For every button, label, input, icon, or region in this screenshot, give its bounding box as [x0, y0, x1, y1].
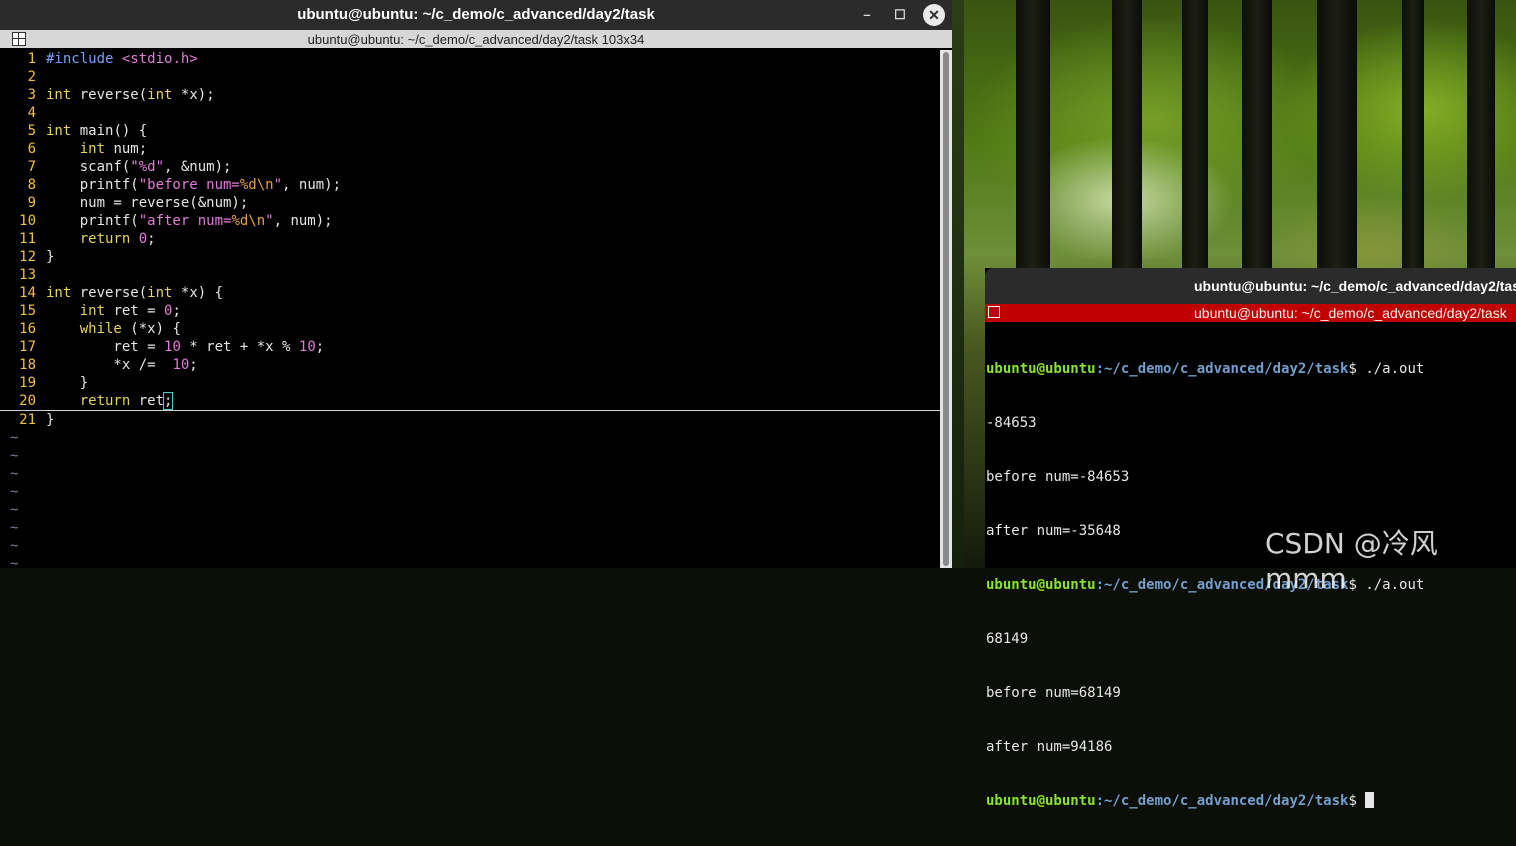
empty-line-marker: ~	[10, 430, 19, 446]
code-line: 12}	[19, 249, 55, 265]
prompt-line: ubuntu@ubuntu:~/c_demo/c_advanced/day2/t…	[986, 792, 1516, 810]
code-line: 1 #include <stdio.h>	[27, 51, 198, 67]
vertical-scrollbar[interactable]	[940, 50, 952, 568]
tab-menu-icon[interactable]	[988, 306, 1000, 318]
empty-line-marker: ~	[10, 502, 19, 518]
prompt-line: ubuntu@ubuntu:~/c_demo/c_advanced/day2/t…	[986, 361, 1425, 377]
empty-line-marker: ~	[10, 556, 19, 568]
code-line: 17 ret = 10 * ret + *x % 10;	[19, 339, 325, 355]
code-line: 9 num = reverse(&num);	[27, 195, 249, 211]
output-terminal-tab-bar[interactable]: ubuntu@ubuntu: ~/c_demo/c_advanced/day2/…	[985, 304, 1516, 322]
window-titlebar[interactable]: ubuntu@ubuntu: ~/c_demo/c_advanced/day2/…	[0, 0, 952, 30]
wallpaper-edge	[952, 0, 964, 568]
scrollbar-thumb[interactable]	[943, 52, 949, 566]
maximize-button[interactable]: ☐	[889, 4, 911, 26]
terminal-tab-title: ubuntu@ubuntu: ~/c_demo/c_advanced/day2/…	[307, 32, 645, 47]
code-line: 3 int reverse(int *x);	[27, 87, 215, 103]
code-line: 8 printf("before num=%d\n", num);	[27, 177, 342, 193]
output-line: before num=68149	[986, 685, 1121, 701]
output-line: -84653	[986, 415, 1037, 431]
empty-line-marker: ~	[10, 466, 19, 482]
code-line: 2	[27, 69, 36, 85]
code-line-current: 20 return ret;	[0, 392, 940, 411]
vim-terminal-window: ubuntu@ubuntu: ~/c_demo/c_advanced/day2/…	[0, 0, 952, 568]
text-cursor: ;	[162, 392, 174, 410]
watermark: CSDN @冷风mmm	[1265, 527, 1438, 595]
empty-line-marker: ~	[10, 520, 19, 536]
code-line: 10 printf("after num=%d\n", num);	[19, 213, 333, 229]
terminal-cursor	[1365, 792, 1375, 808]
code-line: 19 }	[19, 375, 89, 391]
code-line: 5 int main() {	[27, 123, 148, 139]
window-title: ubuntu@ubuntu: ~/c_demo/c_advanced/day2/…	[297, 6, 655, 23]
output-window-title: ubuntu@ubuntu: ~/c_demo/c_advanced/day2/…	[1194, 278, 1516, 294]
code-line: 7 scanf("%d", &num);	[27, 159, 232, 175]
code-line: 16 while (*x) {	[19, 321, 181, 337]
code-line: 13	[19, 267, 36, 283]
output-window-titlebar[interactable]: ubuntu@ubuntu: ~/c_demo/c_advanced/day2/…	[985, 268, 1516, 304]
vim-editor[interactable]: 1 #include <stdio.h> 2 3 int reverse(int *…	[0, 50, 940, 568]
code-line: 15 int ret = 0;	[19, 303, 181, 319]
code-line: 18 *x /= 10;	[19, 357, 198, 373]
terminal-tab-bar[interactable]: ubuntu@ubuntu: ~/c_demo/c_advanced/day2/…	[0, 30, 952, 48]
output-line: before num=-84653	[986, 469, 1130, 485]
code-line: 4	[27, 105, 36, 121]
empty-line-marker: ~	[10, 448, 19, 464]
code-line: 21}	[19, 412, 55, 428]
output-line: after num=94186	[986, 739, 1113, 755]
code-line: 6 int num;	[27, 141, 148, 157]
minimize-button[interactable]: –	[856, 4, 878, 26]
empty-line-marker: ~	[10, 538, 19, 554]
close-button[interactable]: ✕	[923, 4, 945, 26]
code-line: 14 int reverse(int *x) {	[19, 285, 224, 301]
empty-line-marker: ~	[10, 484, 19, 500]
code-line: 11 return 0;	[19, 231, 156, 247]
output-terminal-tab-title: ubuntu@ubuntu: ~/c_demo/c_advanced/day2/…	[1194, 305, 1507, 321]
output-line: 68149	[986, 631, 1029, 647]
